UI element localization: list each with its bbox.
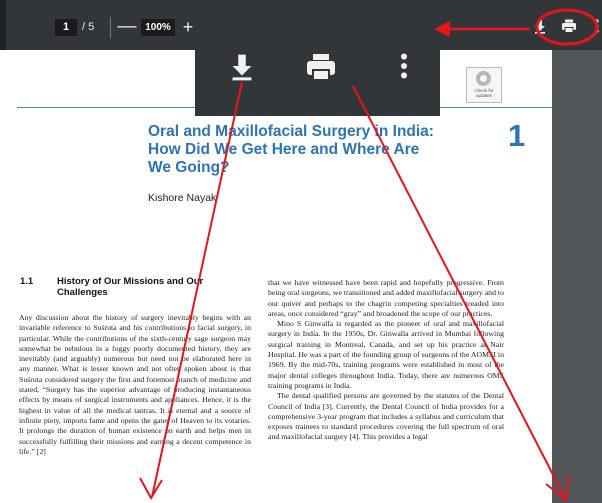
viewer-background: [552, 50, 602, 503]
chapter-author: Kishore Nayak: [148, 192, 217, 204]
zoom-level-input[interactable]: 100%: [141, 19, 175, 36]
paragraph: Any discussion about the history of surg…: [19, 313, 251, 456]
chapter-number: 1: [508, 118, 526, 153]
body-column-left: Any discussion about the history of surg…: [19, 313, 251, 457]
download-icon[interactable]: [225, 49, 259, 83]
download-icon[interactable]: [531, 17, 549, 35]
paragraph: The dental qualified persons are governe…: [268, 391, 504, 442]
toolbar-zoom-callout: [195, 32, 440, 116]
body-column-right: that we have witnessed have been rapid a…: [268, 278, 504, 443]
paragraph: Mino S Ginwalla is regarded as the pione…: [268, 319, 504, 390]
sidebar-edge: [0, 0, 6, 50]
print-icon[interactable]: [560, 17, 578, 35]
section-number: 1.1: [20, 276, 34, 287]
check-for-updates-badge[interactable]: Check for updates: [466, 67, 502, 103]
print-icon[interactable]: [303, 49, 339, 85]
page-count: / 5: [82, 21, 95, 33]
crossmark-icon: [476, 71, 491, 86]
paragraph: that we have witnessed have been rapid a…: [268, 278, 504, 318]
section-title: History of Our Missions and Our Challeng…: [57, 276, 204, 299]
chapter-title: Oral and Maxillofacial Surgery in India:…: [148, 123, 434, 176]
more-vert-icon[interactable]: [394, 49, 414, 83]
more-vert-icon[interactable]: [592, 17, 602, 35]
zoom-out-button[interactable]: —: [117, 14, 137, 40]
badge-label: Check for updates: [474, 88, 494, 98]
toolbar-divider: [110, 17, 111, 38]
page-number-input[interactable]: 1: [55, 19, 77, 36]
